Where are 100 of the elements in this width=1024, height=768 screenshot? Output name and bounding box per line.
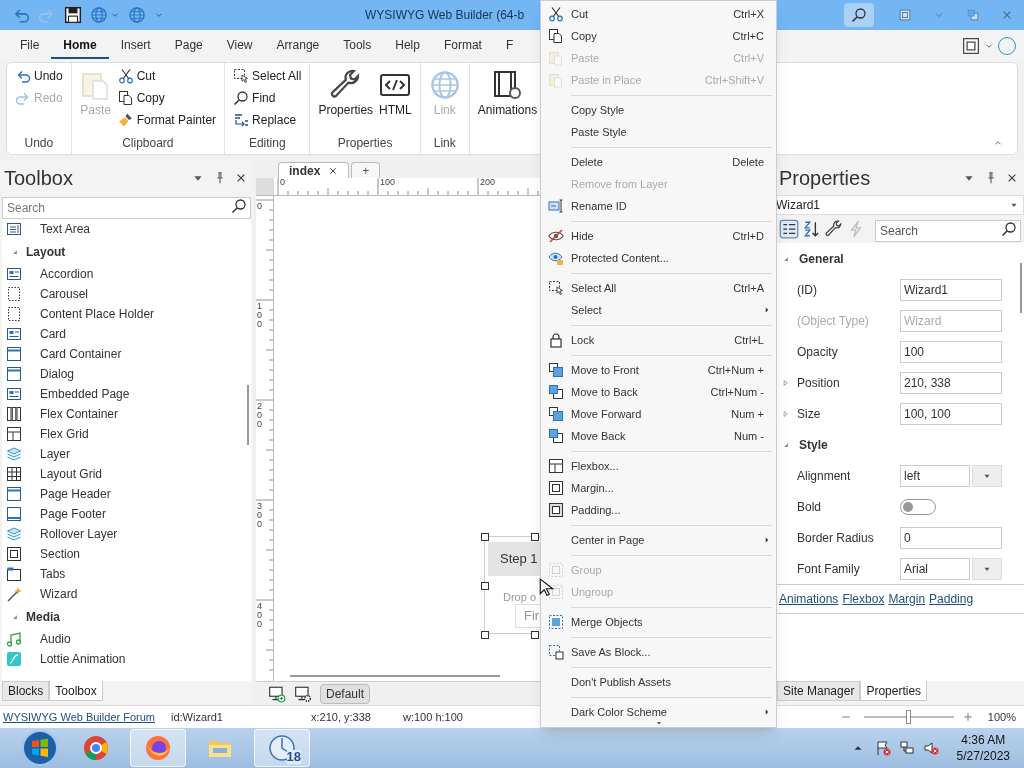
section-header[interactable]: General xyxy=(775,243,1024,274)
toolbox-item[interactable]: Page Header xyxy=(2,484,251,504)
menu-item[interactable]: Rename ID xyxy=(541,195,776,217)
globe-icon[interactable] xyxy=(90,6,108,24)
toggle-switch[interactable] xyxy=(900,498,936,515)
menu-item[interactable]: Lock Ctrl+L xyxy=(541,329,776,351)
ribbon-button[interactable]: Cut xyxy=(117,67,217,85)
ribbon-tab[interactable]: Help xyxy=(383,33,432,59)
menu-item[interactable]: Paste Style xyxy=(541,121,776,143)
scrollbar-thumb[interactable] xyxy=(247,385,249,445)
toolbox-item[interactable]: Accordion xyxy=(2,264,251,284)
ribbon-button[interactable]: Replace xyxy=(233,111,302,129)
zoom-in-icon[interactable] xyxy=(961,711,974,723)
flag-icon[interactable] xyxy=(874,740,891,756)
panel-tab[interactable]: Toolbox xyxy=(49,681,103,701)
ribbon-tab[interactable]: Home xyxy=(51,33,109,59)
menu-item[interactable]: Copy Ctrl+C xyxy=(541,25,776,47)
breakpoint-settings-icon[interactable] xyxy=(294,684,312,703)
ribbon-button[interactable]: Select All xyxy=(233,67,302,85)
panel-tab[interactable]: Site Manager xyxy=(777,681,861,701)
menu-item[interactable]: Delete Delete xyxy=(541,151,776,173)
ribbon-button[interactable]: Find xyxy=(233,89,302,107)
categorized-icon[interactable] xyxy=(779,219,799,239)
link[interactable]: Margin xyxy=(888,590,926,608)
slider-thumb[interactable] xyxy=(905,710,911,724)
object-selector[interactable]: Wizard1 xyxy=(775,195,1024,215)
toolbox-item[interactable]: Card xyxy=(2,324,251,344)
ribbon-tab[interactable]: View xyxy=(214,33,265,59)
property-field[interactable]: 0 xyxy=(900,526,1002,549)
ribbon-tab[interactable]: Page xyxy=(162,33,215,59)
resize-handle[interactable] xyxy=(481,631,489,639)
forum-link[interactable]: WYSIWYG Web Builder Forum xyxy=(3,708,171,726)
property-field[interactable]: left xyxy=(900,464,970,487)
toolbox-item[interactable]: Carousel xyxy=(2,284,251,304)
menu-item[interactable]: Padding... xyxy=(541,499,776,521)
ribbon-button[interactable]: Properties xyxy=(318,67,374,119)
ribbon-tab[interactable]: Format xyxy=(431,33,494,59)
menu-item[interactable]: Move to Front Ctrl+Num + xyxy=(541,359,776,381)
resize-handle[interactable] xyxy=(531,631,539,639)
network-icon[interactable] xyxy=(898,740,915,756)
link[interactable]: Flexbox xyxy=(842,590,885,608)
section-header[interactable]: Style xyxy=(775,429,1024,460)
toolbox-item[interactable]: Card Container xyxy=(2,344,251,364)
toolbox-item[interactable]: Flex Container xyxy=(2,404,251,424)
clock-date[interactable]: 5/27/2023 xyxy=(956,748,1010,764)
breakpoint-button[interactable]: Default xyxy=(320,683,371,704)
menu-item[interactable]: Cut Ctrl+X xyxy=(541,3,776,25)
scrollbar-thumb[interactable] xyxy=(290,675,500,677)
ribbon-tab[interactable]: File xyxy=(8,33,52,59)
menu-item[interactable]: Margin... xyxy=(541,477,776,499)
menu-item[interactable]: Move Forward Num + xyxy=(541,403,776,425)
ribbon-button[interactable]: Animations xyxy=(477,67,538,119)
property-field[interactable]: Arial xyxy=(900,557,970,580)
category-header[interactable]: Media xyxy=(2,604,251,629)
globe-icon[interactable] xyxy=(128,6,146,24)
category-header[interactable]: Layout xyxy=(2,239,251,264)
save-icon[interactable] xyxy=(64,6,82,24)
resize-handle[interactable] xyxy=(531,533,539,541)
ribbon-tab[interactable]: Tools xyxy=(331,33,384,59)
search-field[interactable]: Search xyxy=(2,197,251,219)
toolbox-item[interactable]: Lottie Animation xyxy=(2,649,251,669)
toolbox-item[interactable]: Content Place Holder xyxy=(2,304,251,324)
ribbon-button[interactable]: Format Painter xyxy=(117,111,217,129)
menu-item[interactable]: Save As Block... xyxy=(541,641,776,663)
ribbon-button[interactable]: HTML xyxy=(379,67,412,119)
menu-item[interactable]: Move Back Num - xyxy=(541,425,776,447)
menu-item[interactable]: Merge Objects xyxy=(541,611,776,633)
resize-handle[interactable] xyxy=(481,533,489,541)
ribbon-button[interactable]: Copy xyxy=(117,89,217,107)
document-tab[interactable]: index xyxy=(278,162,350,178)
property-field[interactable]: Wizard1 xyxy=(900,278,1002,301)
menu-item[interactable]: Select xyxy=(541,299,776,321)
sort-icon[interactable] xyxy=(803,220,821,238)
device-icon[interactable] xyxy=(962,37,980,55)
search-field[interactable]: Search xyxy=(875,220,1021,242)
ribbon-button[interactable]: Undo xyxy=(15,67,63,85)
taskbar-app[interactable]: 18 xyxy=(254,729,310,767)
menu-item[interactable]: Don't Publish Assets xyxy=(541,671,776,693)
expand-icon[interactable] xyxy=(781,408,791,419)
toolbox-item[interactable]: Wizard xyxy=(2,584,251,604)
search-button[interactable] xyxy=(844,3,874,27)
property-field[interactable]: 210, 338 xyxy=(900,371,1002,394)
toolbox-item[interactable]: Layout Grid xyxy=(2,464,251,484)
scrollbar-thumb[interactable] xyxy=(1020,263,1022,313)
property-field[interactable]: 100 xyxy=(900,340,1002,363)
toolbox-item[interactable]: Dialog xyxy=(2,364,251,384)
clock-time[interactable]: 4:36 AM xyxy=(961,732,1006,748)
menu-item[interactable]: Dark Color Scheme xyxy=(541,701,776,723)
menu-item[interactable]: Flexbox... xyxy=(541,455,776,477)
toolbox-item[interactable]: Layer xyxy=(2,444,251,464)
menu-item[interactable]: Move to Back Ctrl+Num - xyxy=(541,381,776,403)
expand-icon[interactable] xyxy=(781,377,791,388)
panel-tab[interactable]: Blocks xyxy=(2,681,50,701)
toolbox-item[interactable]: Flex Grid xyxy=(2,424,251,444)
start-button[interactable] xyxy=(21,729,59,767)
toolbox-item[interactable]: Text Area xyxy=(2,219,251,239)
menu-item[interactable]: Hide Ctrl+D xyxy=(541,225,776,247)
toolbox-item[interactable]: Tabs xyxy=(2,564,251,584)
toolbox-item[interactable]: Page Footer xyxy=(2,504,251,524)
resize-handle[interactable] xyxy=(481,582,489,590)
